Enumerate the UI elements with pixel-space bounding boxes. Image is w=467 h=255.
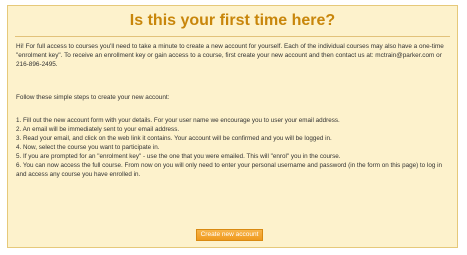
step-item: 4. Now, select the course you want to pa… — [16, 144, 160, 151]
contact-email-link[interactable]: mctrain@parker.com — [375, 52, 434, 59]
steps-list: 1. Fill out the new account form with yo… — [16, 116, 449, 179]
step-item: 2. An email will be immediately sent to … — [16, 126, 180, 133]
signup-info-panel: Is this your first time here? Hi! For fu… — [7, 5, 458, 248]
step-item: 5. If you are prompted for an "enrolment… — [16, 153, 341, 160]
step-item: 1. Fill out the new account form with yo… — [16, 117, 340, 124]
create-new-account-button[interactable]: Create new account — [196, 229, 263, 241]
page-title: Is this your first time here? — [129, 12, 336, 29]
step-item: 6. You can now access the full course. F… — [16, 162, 442, 178]
title-divider — [15, 36, 450, 37]
intro-paragraph: Hi! For full access to courses you'll ne… — [16, 42, 449, 69]
step-item: 3. Read your email, and click on the web… — [16, 135, 332, 142]
steps-lead: Follow these simple steps to create your… — [16, 94, 170, 101]
